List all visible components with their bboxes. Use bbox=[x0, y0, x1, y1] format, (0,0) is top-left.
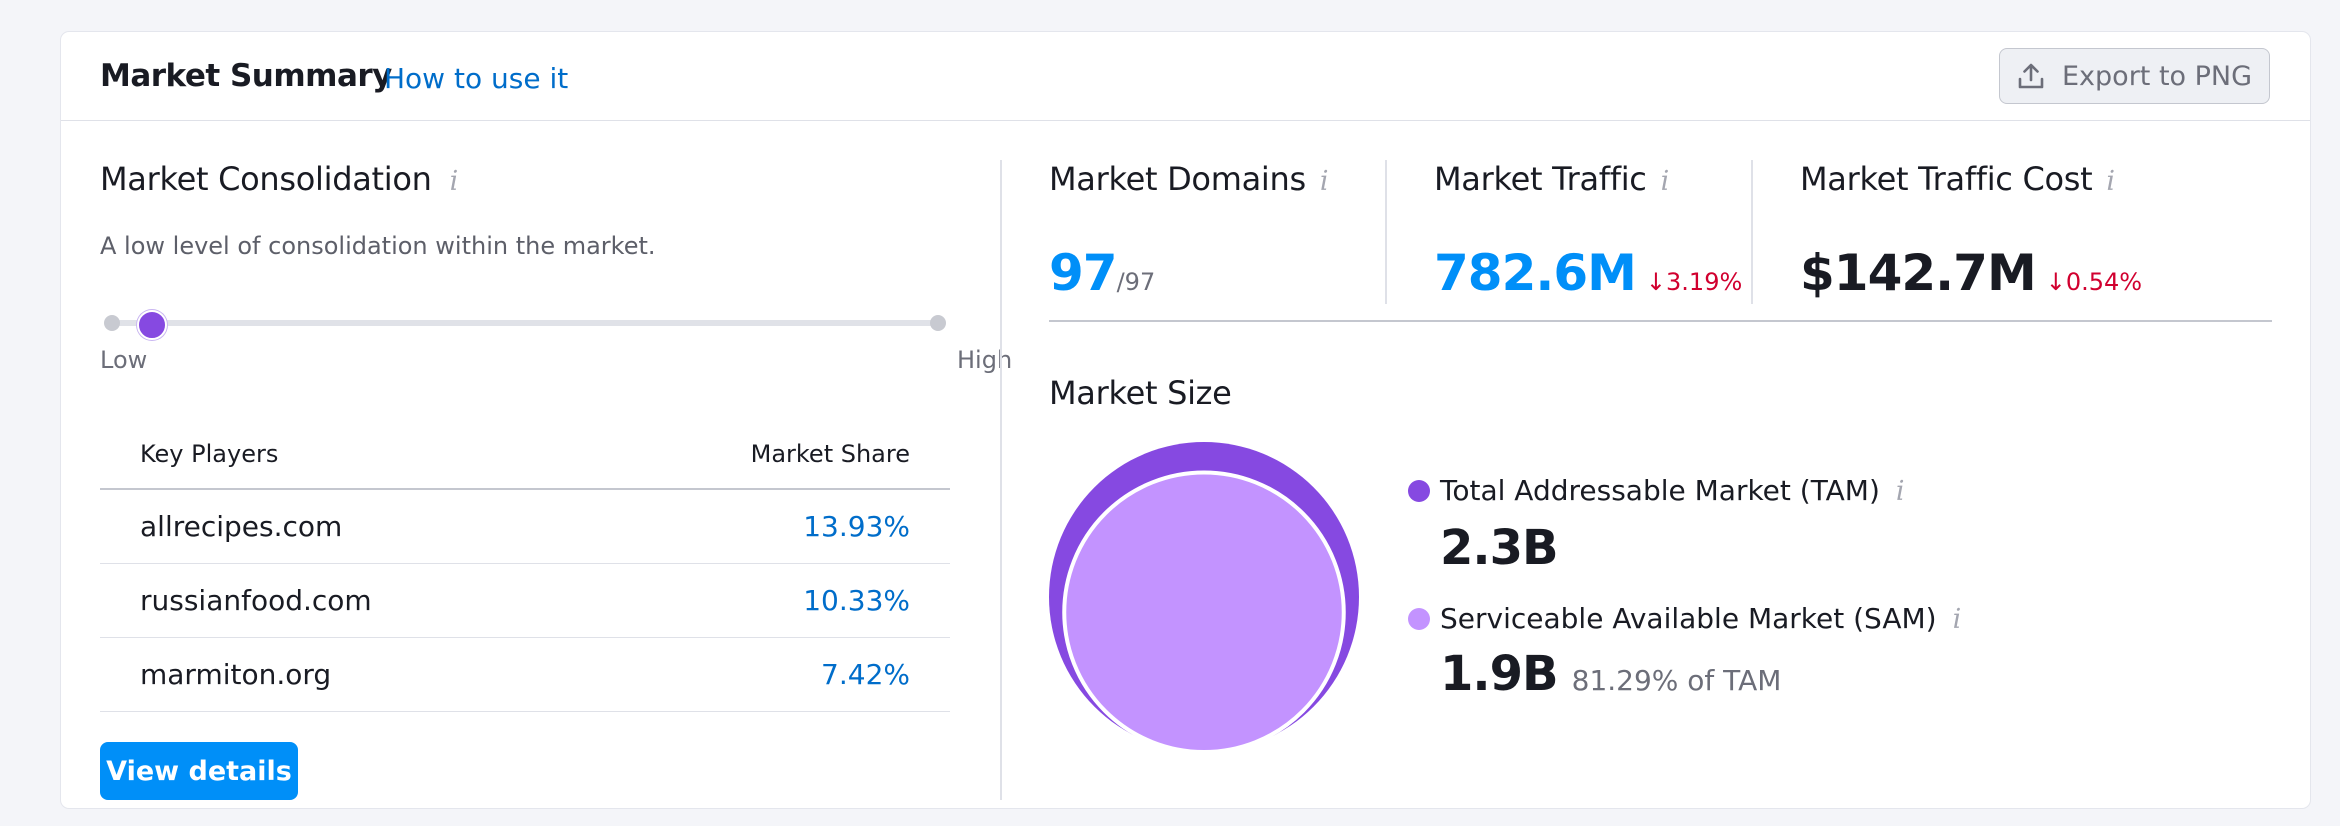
traffic-delta: ↓3.19% bbox=[1646, 268, 1742, 296]
domains-value: 97 bbox=[1049, 244, 1118, 302]
info-icon[interactable]: i bbox=[450, 166, 459, 197]
metric-market-traffic: Market Traffic i 782.6M ↓3.19% bbox=[1434, 160, 1742, 302]
player-share: 10.33% bbox=[803, 584, 910, 617]
metric-market-domains: Market Domains i 97/97 bbox=[1049, 160, 1328, 302]
tam-legend-dot bbox=[1408, 480, 1430, 502]
metric-market-traffic-cost: Market Traffic Cost i $142.7M ↓0.54% bbox=[1800, 160, 2142, 302]
card-header: Market Summary How to use it Export to P… bbox=[61, 32, 2310, 121]
traffic-cost-delta: ↓0.54% bbox=[2046, 268, 2142, 296]
sam-label: Serviceable Available Market (SAM) bbox=[1440, 602, 1937, 635]
tam-label: Total Addressable Market (TAM) bbox=[1440, 474, 1880, 507]
slider-start-dot bbox=[104, 315, 120, 331]
metric-value: $142.7M ↓0.54% bbox=[1800, 244, 2142, 302]
metric-label-text: Market Traffic bbox=[1434, 160, 1647, 198]
key-players-table: Key Players Market Share allrecipes.com … bbox=[100, 420, 950, 712]
export-png-button[interactable]: Export to PNG bbox=[1999, 48, 2270, 104]
column-divider bbox=[1000, 160, 1002, 800]
info-icon[interactable]: i bbox=[1661, 166, 1670, 197]
col-market-share: Market Share bbox=[750, 440, 910, 468]
player-domain: allrecipes.com bbox=[140, 510, 343, 543]
info-icon[interactable]: i bbox=[1896, 476, 1905, 507]
info-icon[interactable]: i bbox=[2106, 166, 2115, 197]
legend-sam: Serviceable Available Market (SAM) i bbox=[1408, 602, 1961, 635]
traffic-value: 782.6M bbox=[1434, 244, 1637, 302]
sam-circle bbox=[1062, 470, 1346, 754]
player-share: 13.93% bbox=[803, 510, 910, 543]
sam-value-row: 1.9B 81.29% of TAM bbox=[1440, 646, 1781, 702]
market-size-title: Market Size bbox=[1049, 374, 1232, 412]
consolidation-description: A low level of consolidation within the … bbox=[100, 232, 656, 260]
slider-track bbox=[108, 320, 942, 326]
metric-label-text: Market Domains bbox=[1049, 160, 1306, 198]
sam-legend-dot bbox=[1408, 608, 1430, 630]
sam-sub: 81.29% of TAM bbox=[1571, 664, 1782, 697]
metric-value: 782.6M ↓3.19% bbox=[1434, 244, 1742, 302]
export-label: Export to PNG bbox=[2062, 60, 2253, 92]
table-header: Key Players Market Share bbox=[100, 420, 950, 490]
consolidation-title: Market Consolidation i bbox=[100, 160, 458, 198]
info-icon[interactable]: i bbox=[1953, 604, 1962, 635]
legend-tam: Total Addressable Market (TAM) i bbox=[1408, 474, 1905, 507]
tam-value: 2.3B bbox=[1440, 520, 1559, 576]
market-size-chart bbox=[1049, 442, 1359, 754]
player-domain: marmiton.org bbox=[140, 658, 332, 691]
slider-low-label: Low bbox=[100, 346, 148, 374]
table-row: marmiton.org 7.42% bbox=[100, 638, 950, 712]
info-icon[interactable]: i bbox=[1320, 166, 1329, 197]
metrics-divider bbox=[1049, 320, 2272, 322]
page-title: Market Summary bbox=[100, 58, 392, 94]
tam-value-row: 2.3B bbox=[1440, 520, 1559, 576]
upload-icon bbox=[2018, 63, 2044, 89]
traffic-cost-value: $142.7M bbox=[1800, 244, 2037, 302]
player-domain: russianfood.com bbox=[140, 584, 372, 617]
domains-total: /97 bbox=[1116, 268, 1156, 296]
col-key-players: Key Players bbox=[140, 440, 279, 468]
slider-high-label: High bbox=[957, 346, 1013, 374]
metric-label: Market Traffic i bbox=[1434, 160, 1669, 198]
metric-label: Market Traffic Cost i bbox=[1800, 160, 2115, 198]
view-details-button[interactable]: View details bbox=[100, 742, 298, 800]
traffic-delta-value: 3.19% bbox=[1666, 268, 1743, 296]
consolidation-title-text: Market Consolidation bbox=[100, 160, 432, 198]
market-summary-card: Market Summary How to use it Export to P… bbox=[60, 31, 2311, 809]
metric-label-text: Market Traffic Cost bbox=[1800, 160, 2093, 198]
metric-divider bbox=[1385, 160, 1387, 304]
player-share: 7.42% bbox=[821, 658, 910, 691]
slider-thumb bbox=[136, 310, 167, 340]
consolidation-slider bbox=[100, 302, 950, 342]
metric-value: 97/97 bbox=[1049, 244, 1155, 302]
slider-end-dot bbox=[930, 315, 946, 331]
table-row: allrecipes.com 13.93% bbox=[100, 490, 950, 564]
sam-value: 1.9B bbox=[1440, 646, 1559, 702]
traffic-cost-delta-value: 0.54% bbox=[2065, 268, 2143, 296]
table-row: russianfood.com 10.33% bbox=[100, 564, 950, 638]
arrow-down-icon: ↓ bbox=[2045, 268, 2066, 296]
metric-label: Market Domains i bbox=[1049, 160, 1328, 198]
how-to-use-link[interactable]: How to use it bbox=[384, 62, 568, 95]
arrow-down-icon: ↓ bbox=[1645, 268, 1667, 296]
metric-divider bbox=[1751, 160, 1753, 304]
